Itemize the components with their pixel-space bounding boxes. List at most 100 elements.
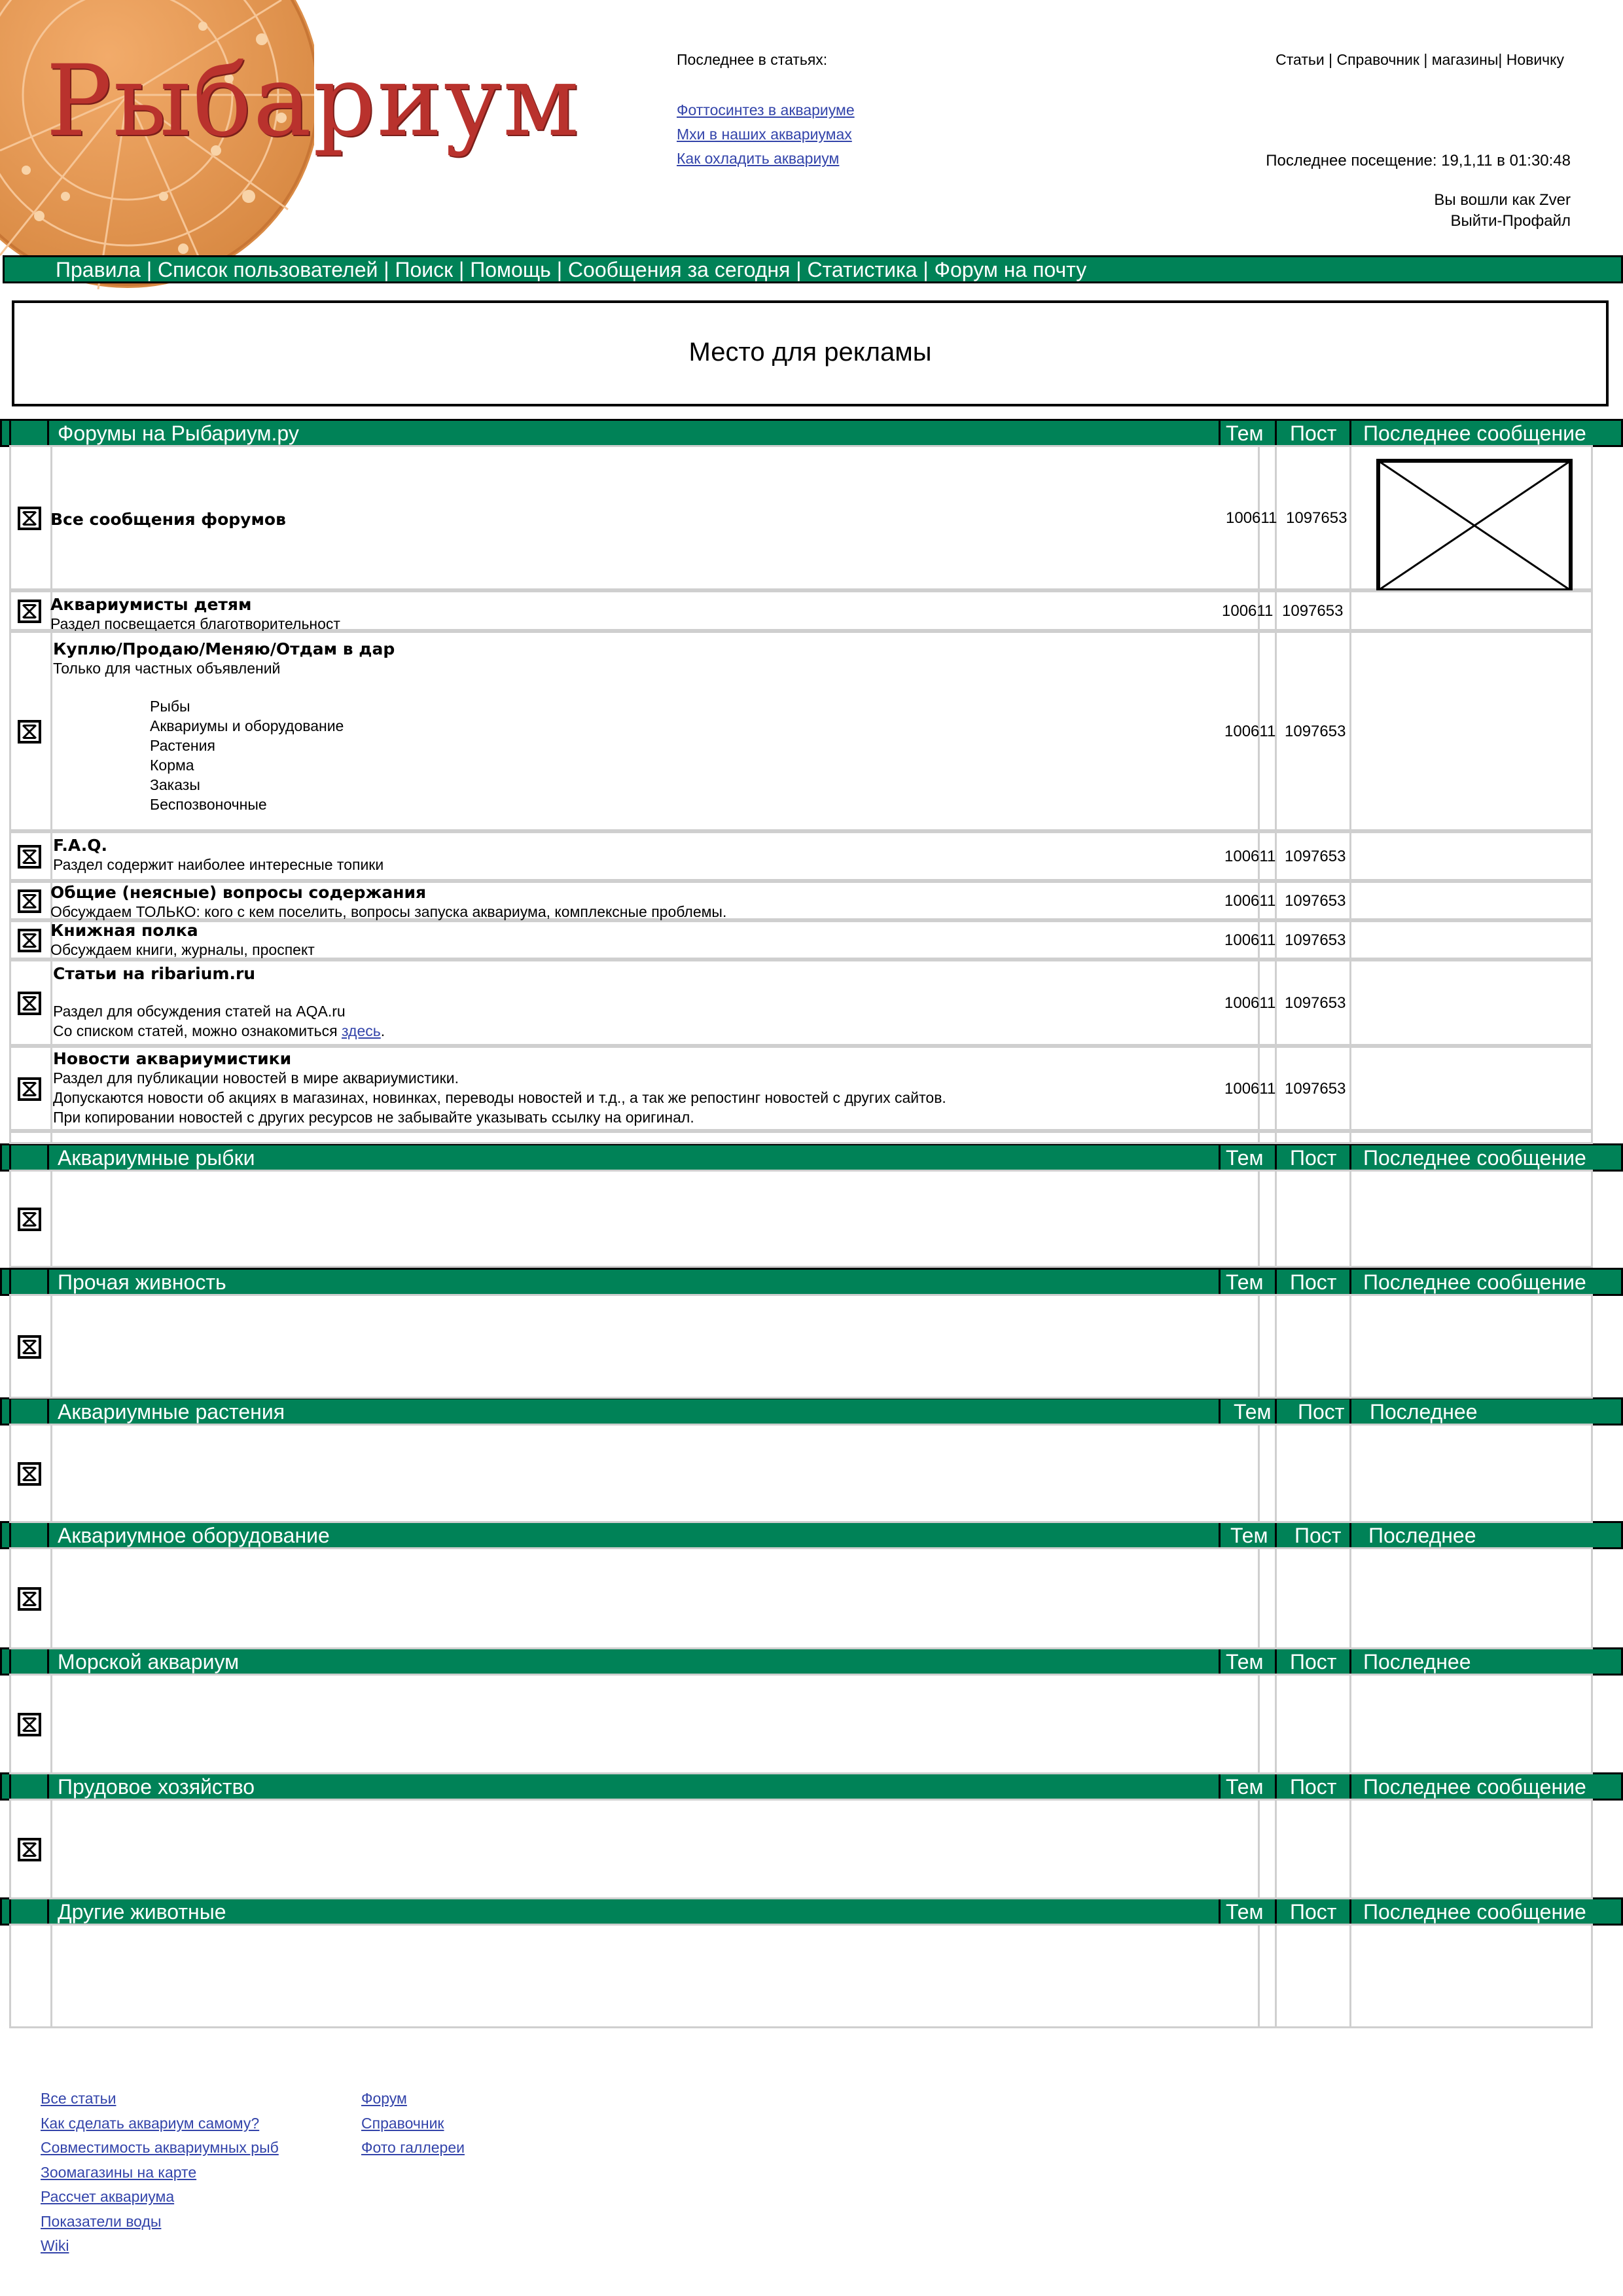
footer-links-left: Все статьи Как сделать аквариум самому? … bbox=[41, 2087, 279, 2259]
header-divider bbox=[1275, 421, 1277, 445]
forum-info: Статьи на ribarium.ru Раздел для обсужден… bbox=[53, 964, 1205, 1041]
forum-row[interactable]: Общие (неясные) вопросы содержания Обсужд… bbox=[9, 881, 1593, 920]
footer-link[interactable]: Все статьи bbox=[41, 2087, 279, 2111]
forum-title-link[interactable]: Все сообщения форумов bbox=[50, 510, 1202, 529]
header-divider bbox=[1275, 1270, 1277, 1294]
header-divider bbox=[47, 421, 49, 445]
forum-description: Раздел для обсуждения статей на AQA.ru bbox=[53, 1003, 346, 1020]
post-count: 1097653 bbox=[1285, 994, 1346, 1012]
row-cell bbox=[1219, 1426, 1277, 1521]
subforum-link[interactable]: Растения bbox=[150, 736, 1205, 755]
subforum-link[interactable]: Рыбы bbox=[150, 696, 1205, 716]
forum-title-link[interactable]: Книжная полка bbox=[50, 921, 1202, 940]
forum-title-link[interactable]: Общие (неясные) вопросы содержания bbox=[50, 883, 1202, 902]
col-posts-header: Пост bbox=[1294, 1524, 1342, 1547]
forum-row[interactable] bbox=[9, 1924, 1593, 2028]
footer-link[interactable]: Рассчет аквариума bbox=[41, 2185, 279, 2210]
forum-description-text: Со списком статей, можно ознакомиться bbox=[53, 1022, 342, 1039]
row-cell bbox=[50, 1801, 1260, 1897]
last-visit-info: Последнее посещение: 19,1,11 в 01:30:48 bbox=[1266, 152, 1571, 170]
header-divider bbox=[9, 1899, 11, 1924]
forum-row[interactable] bbox=[9, 1294, 1593, 1399]
forum-row[interactable]: Новости аквариумистики Раздел для публика… bbox=[9, 1046, 1593, 1131]
subforum-link[interactable]: Беспозвоночные bbox=[150, 795, 1205, 814]
footer-link[interactable]: Совместимость аквариумных рыб bbox=[41, 2136, 279, 2161]
header-divider bbox=[1349, 1145, 1351, 1170]
post-count: 1097653 bbox=[1285, 931, 1346, 949]
row-cell bbox=[50, 1926, 1260, 2026]
forum-row[interactable]: F.A.Q. Раздел содержит наиболее интересны… bbox=[9, 831, 1593, 881]
row-cell bbox=[11, 1926, 52, 2026]
forum-row[interactable] bbox=[9, 1131, 1593, 1144]
section-title[interactable]: Прудовое хозяйство bbox=[58, 1774, 255, 1799]
forum-row[interactable] bbox=[9, 1547, 1593, 1649]
footer-link[interactable]: Показатели воды bbox=[41, 2210, 279, 2234]
row-cell bbox=[11, 1133, 52, 1142]
section-title[interactable]: Аквариумные растения bbox=[58, 1399, 285, 1424]
footer-link[interactable]: Справочник bbox=[361, 2111, 465, 2136]
forum-row[interactable]: Книжная полка Обсуждаем книги, журналы, п… bbox=[9, 920, 1593, 960]
last-post-image-placeholder[interactable] bbox=[1376, 459, 1573, 592]
forum-description: Допускаются новости об акциях в магазина… bbox=[53, 1089, 946, 1106]
section-header-bar: Аквариумные рыбки Тем Пост Последнее сообще… bbox=[0, 1143, 1623, 1172]
main-nav-links[interactable]: Правила | Список пользователей | Поиск |… bbox=[56, 258, 1086, 281]
row-cell bbox=[1219, 1296, 1277, 1397]
section-title[interactable]: Аквариумное оборудование bbox=[58, 1523, 330, 1548]
subforum-link[interactable]: Аквариумы и оборудование bbox=[150, 716, 1205, 736]
header-divider bbox=[47, 1649, 49, 1674]
articles-list-link[interactable]: здесь bbox=[342, 1022, 381, 1039]
forum-row[interactable] bbox=[9, 1170, 1593, 1268]
header-divider bbox=[1275, 1523, 1277, 1547]
header-divider bbox=[1275, 1774, 1277, 1799]
forum-title-link[interactable]: Куплю/Продаю/Меняю/Отдам в дар bbox=[53, 639, 1205, 658]
row-cell bbox=[1219, 1801, 1277, 1897]
section-title[interactable]: Прочая живность bbox=[58, 1270, 226, 1295]
header-divider bbox=[47, 1399, 49, 1424]
post-count: 1097653 bbox=[1286, 509, 1347, 527]
footer-link[interactable]: Как сделать аквариум самому? bbox=[41, 2111, 279, 2136]
section-title[interactable]: Форумы на Рыбариум.ру bbox=[58, 421, 299, 446]
header-divider bbox=[1219, 1399, 1221, 1424]
col-last-post-header: Последнее bbox=[1363, 1650, 1471, 1674]
forum-row[interactable]: Аквариумисты детям Раздел посвещается бла… bbox=[9, 590, 1593, 632]
latest-article-link[interactable]: Как охладить аквариум bbox=[677, 147, 855, 171]
footer-link[interactable]: Wiki bbox=[41, 2234, 279, 2259]
row-cell bbox=[50, 1172, 1260, 1266]
forum-title-link[interactable]: Аквариумисты детям bbox=[50, 595, 1202, 614]
header-divider bbox=[1275, 1399, 1277, 1424]
forum-row[interactable] bbox=[9, 1799, 1593, 1899]
header-divider bbox=[1275, 1145, 1277, 1170]
section-title[interactable]: Аквариумные рыбки bbox=[58, 1145, 255, 1170]
forum-row[interactable]: Статьи на ribarium.ru Раздел для обсужден… bbox=[9, 960, 1593, 1046]
row-cell bbox=[50, 1549, 1260, 1647]
section-title[interactable]: Морской аквариум bbox=[58, 1649, 239, 1674]
forum-title-link[interactable]: Статьи на ribarium.ru bbox=[53, 964, 1205, 983]
logout-profile-link[interactable]: Выйти-Профайл bbox=[1434, 211, 1571, 232]
section-title[interactable]: Другие животные bbox=[58, 1899, 226, 1924]
footer-link[interactable]: Форум bbox=[361, 2087, 465, 2111]
forum-description: Раздел содержит наиболее интересные топи… bbox=[53, 856, 384, 873]
row-cell bbox=[1275, 1801, 1351, 1897]
forum-title-link[interactable]: F.A.Q. bbox=[53, 836, 1205, 855]
latest-article-link[interactable]: Мхи в наших аквариумах bbox=[677, 122, 855, 147]
latest-article-link[interactable]: Фоттосинтез в аквариуме bbox=[677, 98, 855, 122]
footer-link[interactable]: Фото галлереи bbox=[361, 2136, 465, 2161]
header-divider bbox=[1219, 1145, 1221, 1170]
main-navigation-bar[interactable]: Правила | Список пользователей | Поиск |… bbox=[3, 255, 1623, 283]
forum-title-link[interactable]: Новости аквариумистики bbox=[53, 1049, 1205, 1068]
logo-text: Рыбариум bbox=[46, 45, 580, 158]
header-divider bbox=[1349, 421, 1351, 445]
row-cell bbox=[50, 1676, 1260, 1772]
forum-row[interactable] bbox=[9, 1424, 1593, 1523]
subforum-link[interactable]: Заказы bbox=[150, 775, 1205, 795]
subforum-link[interactable]: Корма bbox=[150, 755, 1205, 775]
forum-row[interactable]: Куплю/Продаю/Меняю/Отдам в дар Только для… bbox=[9, 631, 1593, 831]
forum-row[interactable]: Все сообщения форумов 100611 1097653 bbox=[9, 445, 1593, 592]
row-cell bbox=[1219, 1676, 1277, 1772]
row-cell bbox=[50, 1426, 1260, 1521]
footer-link[interactable]: Зоомагазины на карте bbox=[41, 2161, 279, 2185]
top-navigation[interactable]: Статьи | Справочник | магазины| Новичку bbox=[1275, 51, 1564, 69]
forum-row[interactable] bbox=[9, 1674, 1593, 1774]
col-topics-header: Тем bbox=[1226, 1900, 1264, 1924]
forum-status-icon bbox=[18, 507, 41, 530]
